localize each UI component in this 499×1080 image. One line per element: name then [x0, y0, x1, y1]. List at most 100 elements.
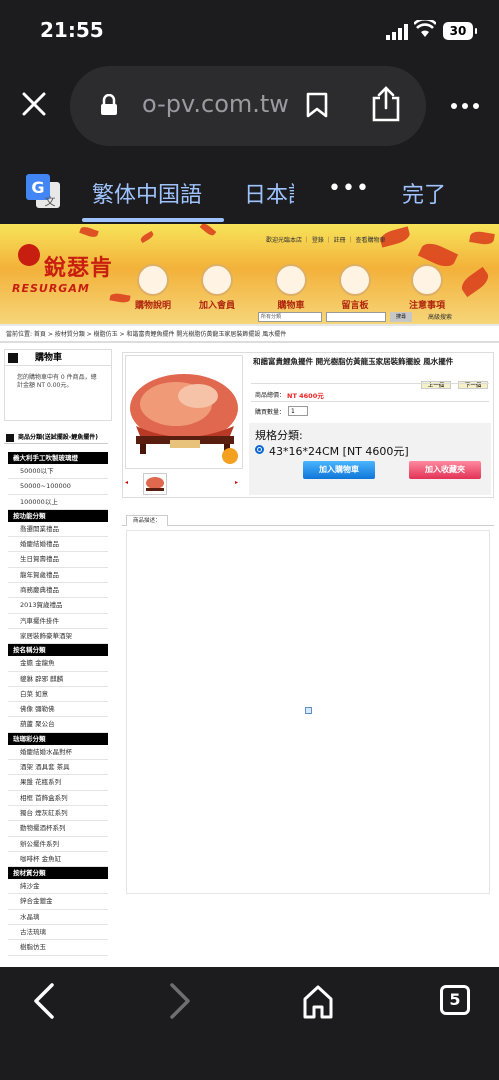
- category-section-title[interactable]: 按材質分類: [8, 867, 108, 880]
- category-heading: 商品分類(送試擺設-鯉魚擺件): [4, 432, 108, 444]
- translate-lang-target[interactable]: 日本語: [244, 177, 294, 209]
- tab-description[interactable]: 商品描述：: [126, 515, 168, 526]
- web-content: 銳瑟肯 RESURGAM 歡迎光臨本店 ｜ 登錄 ｜ 註冊 ｜ 查看購物車 購物…: [0, 224, 499, 967]
- nav-message-board[interactable]: 留言板: [326, 264, 384, 311]
- category-section-title[interactable]: 按功能分類: [8, 509, 108, 522]
- close-icon[interactable]: [18, 88, 50, 120]
- divider: [251, 401, 489, 402]
- advanced-search-link[interactable]: 高級搜索: [428, 312, 452, 321]
- category-item[interactable]: 婚慶結婚水晶對杯: [8, 745, 108, 761]
- divider: [0, 324, 499, 326]
- nav-notice[interactable]: 注意事項: [398, 264, 456, 311]
- category-item[interactable]: 純沙金: [8, 879, 108, 895]
- arrow-icon: [8, 353, 18, 363]
- category-item[interactable]: 辦公擺件系列: [8, 837, 108, 852]
- category-item[interactable]: 龍年賀歲禮品: [8, 568, 108, 584]
- nav-join-member[interactable]: 加入會員: [188, 264, 246, 311]
- tabs-count-button[interactable]: 5: [440, 985, 470, 1015]
- address-bar[interactable]: o-pv.com.tw: [70, 66, 426, 146]
- home-icon[interactable]: [302, 981, 334, 1021]
- category-item[interactable]: 喬遷開業禮品: [8, 522, 108, 538]
- product-panel: ◂ ▸ 和諧富貴鯉魚擺件 開光樹脂仿黃龍玉家居裝飾擺設 風水擺件 上一個 下一個…: [122, 352, 494, 498]
- top-links[interactable]: 歡迎光臨本店 ｜ 登錄 ｜ 註冊 ｜ 查看購物車: [266, 235, 385, 244]
- category-item[interactable]: 獨台 煙灰缸系列: [8, 806, 108, 822]
- cart-box: 購物車 您的購物車中有 0 件商品，總 計金額 NT 0.00元。: [4, 349, 112, 421]
- battery-icon: 30: [443, 22, 477, 40]
- category-item[interactable]: 相框 首飾盒系列: [8, 791, 108, 806]
- category-item[interactable]: 樹脂仿玉: [8, 940, 108, 956]
- category-item[interactable]: 汽車擺件掛件: [8, 614, 108, 629]
- nav-cart[interactable]: 購物車: [262, 264, 320, 311]
- nav-icon: [275, 264, 307, 296]
- translate-lang-source[interactable]: 繁体中国語: [92, 177, 202, 209]
- category-item[interactable]: 水晶璃: [8, 910, 108, 926]
- nav-shopping-guide[interactable]: 購物說明: [124, 264, 182, 311]
- category-item[interactable]: 白菜 如意: [8, 687, 108, 703]
- category-select[interactable]: 所有分類: [258, 312, 322, 322]
- nav-icon: [201, 264, 233, 296]
- search-row: 所有分類 搜尋 高級搜索: [0, 308, 499, 324]
- category-list: 義大利手工吹製玻璃燈 50000以下 50000~100000 100000以上…: [8, 452, 108, 956]
- category-item[interactable]: 50000~100000: [8, 479, 108, 495]
- category-section-title[interactable]: 按名稱分類: [8, 644, 108, 657]
- qty-label: 購買數量：: [255, 409, 286, 416]
- site-logo[interactable]: 銳瑟肯 RESURGAM: [12, 244, 113, 295]
- product-image[interactable]: [125, 355, 243, 469]
- status-bar: 21:55 30: [0, 0, 499, 62]
- spec-title: 規格分類:: [255, 429, 303, 442]
- nav-icon: [339, 264, 371, 296]
- price-label: 商品總價：: [255, 392, 286, 399]
- url-text: o-pv.com.tw: [142, 90, 289, 118]
- lock-icon: [101, 94, 117, 115]
- bookmark-icon[interactable]: [306, 92, 328, 118]
- translate-done-button[interactable]: 完了: [402, 177, 446, 209]
- prev-image-arrow[interactable]: ◂: [125, 479, 128, 486]
- back-icon[interactable]: [30, 981, 58, 1021]
- search-input[interactable]: [326, 312, 386, 322]
- site-banner: 銳瑟肯 RESURGAM 歡迎光臨本店 ｜ 登錄 ｜ 註冊 ｜ 查看購物車 購物…: [0, 224, 499, 324]
- quantity-input[interactable]: 1: [288, 406, 308, 416]
- category-item[interactable]: 金蟾 金龍魚: [8, 656, 108, 672]
- share-icon[interactable]: [370, 86, 402, 122]
- breadcrumb[interactable]: 當前位置: 首頁 > 按材質分類 > 樹脂仿玉 > 和諧富貴鯉魚擺件 開光樹脂仿…: [6, 329, 286, 338]
- forward-icon[interactable]: [166, 981, 194, 1021]
- category-item[interactable]: 古法琉璃: [8, 925, 108, 941]
- category-item[interactable]: 家居裝飾豪華酒架: [8, 629, 108, 645]
- spec-radio[interactable]: [255, 445, 264, 454]
- category-item[interactable]: 100000以上: [8, 495, 108, 510]
- add-to-cart-button[interactable]: 加入購物車: [303, 461, 375, 479]
- category-item[interactable]: 葫蘆 聚公台: [8, 717, 108, 733]
- broken-image-icon: [305, 707, 312, 714]
- signal-icon: [386, 24, 408, 40]
- category-item[interactable]: 鋅合金鍍金: [8, 894, 108, 910]
- category-item[interactable]: 生日賀壽禮品: [8, 552, 108, 568]
- category-item[interactable]: 酒架 酒具套 茶具: [8, 760, 108, 776]
- arrow-icon: [6, 434, 14, 442]
- translate-more-button[interactable]: •••: [328, 176, 370, 201]
- nav-icon: [137, 264, 169, 296]
- product-tabs: 商品描述：: [122, 514, 494, 526]
- product-thumbnail[interactable]: [143, 473, 167, 495]
- more-menu-icon[interactable]: [450, 102, 480, 110]
- add-to-favorites-button[interactable]: 加入收藏夾: [409, 461, 481, 479]
- spec-option[interactable]: 43*16*24CM [NT 4600元]: [269, 443, 409, 459]
- nav-icon: [411, 264, 443, 296]
- divider: [251, 383, 489, 384]
- category-item[interactable]: 佛像 彌勒佛: [8, 702, 108, 718]
- category-item[interactable]: 婚慶結婚禮品: [8, 537, 108, 553]
- category-item[interactable]: 商務慶典禮品: [8, 583, 108, 599]
- category-item[interactable]: 咖啡杯 金魚缸: [8, 852, 108, 868]
- google-translate-icon[interactable]: G 文: [26, 174, 62, 210]
- product-title: 和諧富貴鯉魚擺件 開光樹脂仿黃龍玉家居裝飾擺設 風水擺件: [253, 357, 454, 366]
- next-image-arrow[interactable]: ▸: [235, 479, 238, 486]
- product-price: NT 4600元: [287, 392, 324, 400]
- category-section-title[interactable]: 義大利手工吹製玻璃燈: [8, 452, 108, 464]
- category-item[interactable]: 50000以下: [8, 464, 108, 480]
- category-item[interactable]: 動物擺酒杯系列: [8, 821, 108, 837]
- search-button[interactable]: 搜尋: [390, 312, 412, 322]
- category-item[interactable]: 果盤 花瓶系列: [8, 775, 108, 791]
- category-item[interactable]: 貔貅 辟邪 麒麟: [8, 672, 108, 687]
- category-section-title[interactable]: 琺瑯彩分類: [8, 732, 108, 745]
- spec-box: 規格分類: 43*16*24CM [NT 4600元] 加入購物車 加入收藏夾: [249, 423, 491, 495]
- category-item[interactable]: 2013賀歲禮品: [8, 598, 108, 614]
